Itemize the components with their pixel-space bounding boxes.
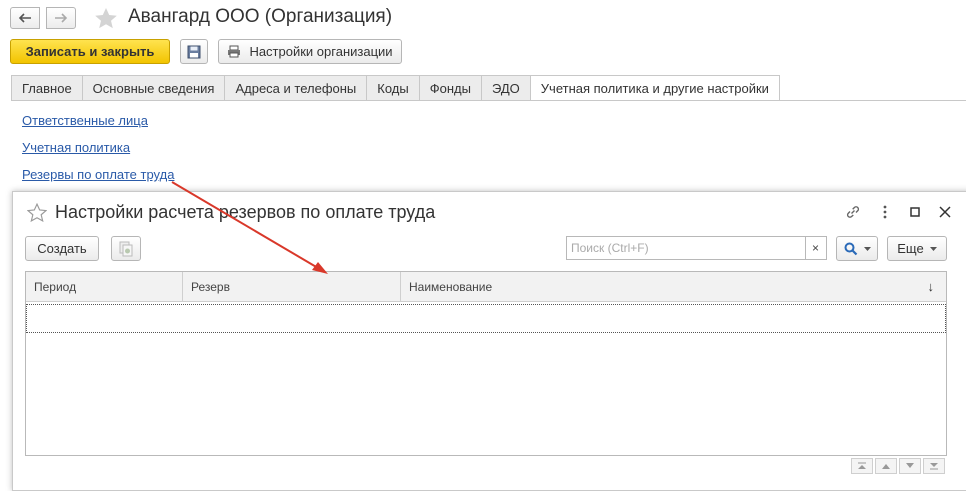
organization-settings-label: Настройки организации <box>249 44 393 59</box>
maximize-icon[interactable] <box>907 204 923 220</box>
link-payroll-reserves[interactable]: Резервы по оплате труда <box>22 167 174 182</box>
column-header-reserve[interactable]: Резерв <box>183 272 401 302</box>
link-accounting-policy[interactable]: Учетная политика <box>22 140 130 155</box>
more-button[interactable]: Еще <box>887 236 947 261</box>
copy-document-icon <box>119 241 133 256</box>
tab-basic-info[interactable]: Основные сведения <box>81 75 225 101</box>
floppy-disk-icon <box>187 45 201 58</box>
scroll-to-top-button[interactable] <box>851 458 873 474</box>
tab-edo[interactable]: ЭДО <box>480 75 530 101</box>
reserve-settings-window: Настройки расчета резервов по оплате тру… <box>12 191 966 491</box>
sort-indicator-icon: ↓ <box>927 279 935 294</box>
search-button[interactable] <box>836 236 878 261</box>
tab-main[interactable]: Главное <box>11 75 82 101</box>
chevron-down-icon <box>929 246 937 251</box>
column-header-name[interactable]: Наименование ↓ <box>401 272 946 302</box>
window-title: Настройки расчета резервов по оплате тру… <box>55 202 436 222</box>
arrow-left-icon <box>18 13 31 23</box>
more-button-label: Еще <box>897 241 924 256</box>
link-icon[interactable] <box>845 204 861 220</box>
page-title: Авангард ООО (Организация) <box>128 6 393 27</box>
clear-search-button[interactable]: × <box>805 236 827 260</box>
forward-button[interactable] <box>46 7 76 29</box>
table-row[interactable] <box>26 304 946 333</box>
save-and-close-button[interactable]: Записать и закрыть <box>10 39 170 64</box>
more-vertical-icon[interactable] <box>877 204 893 220</box>
favorite-star-icon[interactable] <box>93 6 119 30</box>
tab-addresses-phones[interactable]: Адреса и телефоны <box>224 75 367 101</box>
column-header-name-label: Наименование <box>409 280 493 294</box>
search-input[interactable]: Поиск (Ctrl+F) <box>566 236 806 260</box>
organization-settings-button[interactable]: Настройки организации <box>218 39 402 64</box>
tab-divider <box>11 100 966 101</box>
column-header-period[interactable]: Период <box>26 272 183 302</box>
search-icon <box>844 242 857 255</box>
tab-bar: Главное Основные сведения Адреса и телеф… <box>11 75 780 101</box>
link-responsible-persons[interactable]: Ответственные лица <box>22 113 148 128</box>
close-icon[interactable] <box>937 204 953 220</box>
tab-funds[interactable]: Фонды <box>418 75 481 101</box>
arrow-right-icon <box>55 13 68 23</box>
tab-codes[interactable]: Коды <box>366 75 419 101</box>
scroll-up-button[interactable] <box>875 458 897 474</box>
reserves-table: Период Резерв Наименование ↓ <box>25 271 947 456</box>
favorite-star-icon[interactable] <box>26 202 48 223</box>
table-header: Период Резерв Наименование ↓ <box>26 272 946 302</box>
scroll-down-button[interactable] <box>899 458 921 474</box>
copy-button[interactable] <box>111 236 141 261</box>
printer-icon <box>228 45 240 58</box>
save-button[interactable] <box>180 39 208 64</box>
tab-accounting-policy[interactable]: Учетная политика и другие настройки <box>529 75 780 101</box>
search-placeholder: Поиск (Ctrl+F) <box>571 241 649 255</box>
chevron-down-icon <box>863 246 871 251</box>
back-button[interactable] <box>10 7 40 29</box>
create-button[interactable]: Создать <box>25 236 99 261</box>
scroll-to-bottom-button[interactable] <box>923 458 945 474</box>
